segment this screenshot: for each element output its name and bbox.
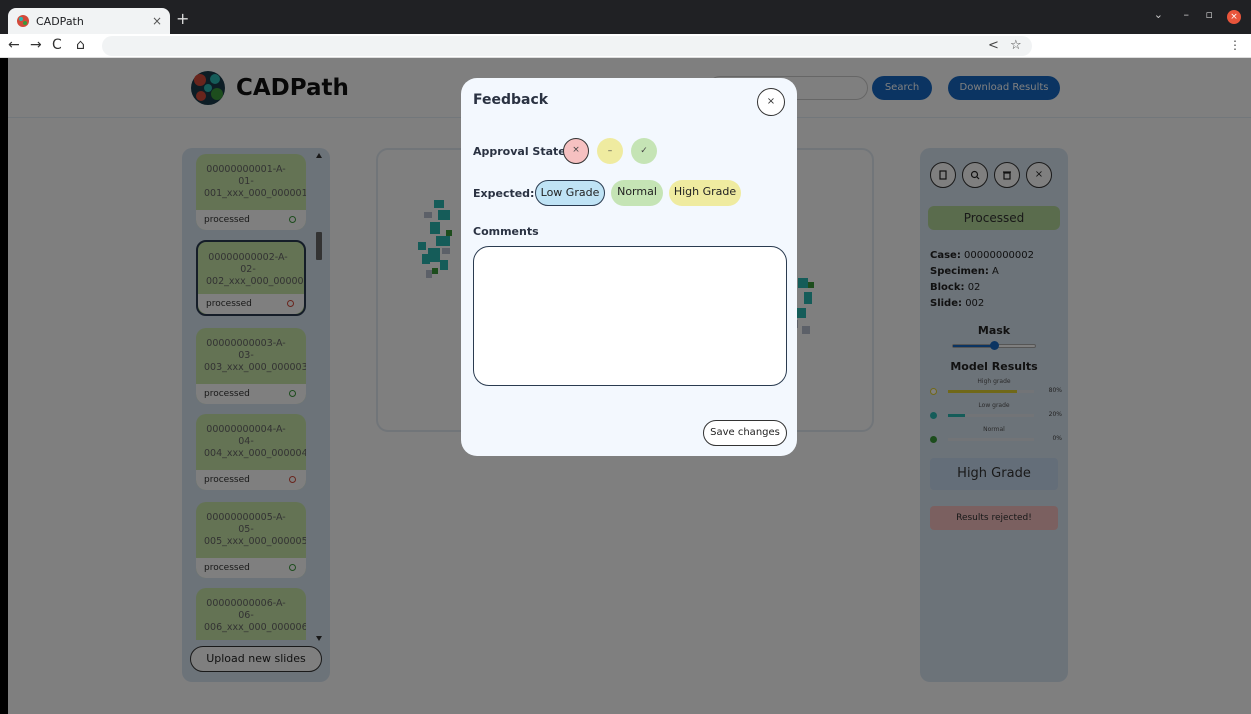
approval-state-label: Approval State: xyxy=(473,145,571,158)
window-close-icon[interactable]: × xyxy=(1227,10,1241,24)
back-icon[interactable]: ← xyxy=(8,37,20,53)
comments-textarea[interactable] xyxy=(473,246,787,386)
modal-close-button[interactable]: × xyxy=(757,88,785,116)
home-icon[interactable]: ⌂ xyxy=(76,37,85,53)
modal-title: Feedback xyxy=(473,92,549,108)
feedback-modal: Feedback × Approval State: × – ✓ Expecte… xyxy=(461,78,797,456)
save-changes-button[interactable]: Save changes xyxy=(703,420,787,446)
comments-label: Comments xyxy=(473,225,539,238)
neutral-approval-button[interactable]: – xyxy=(597,138,623,164)
browser-menu-icon[interactable]: ⋮ xyxy=(1229,38,1241,52)
bookmark-star-icon[interactable]: ☆ xyxy=(1010,38,1022,53)
low-grade-option[interactable]: Low Grade xyxy=(535,180,605,206)
accept-approval-button[interactable]: ✓ xyxy=(631,138,657,164)
cadpath-favicon-icon xyxy=(17,15,29,27)
normal-option[interactable]: Normal xyxy=(611,180,663,206)
browser-tab[interactable]: CADPath × xyxy=(8,8,170,34)
tab-search-icon[interactable]: ⌄ xyxy=(1154,8,1163,21)
share-icon[interactable]: < xyxy=(988,38,999,53)
expected-label: Expected: xyxy=(473,187,535,200)
minimize-icon[interactable]: – xyxy=(1184,8,1190,21)
app-page: CADPath Search Download Results 00000000… xyxy=(8,58,1251,714)
browser-tab-strip: CADPath × + ⌄ – ▫ × xyxy=(0,0,1251,34)
maximize-icon[interactable]: ▫ xyxy=(1206,8,1213,21)
reload-icon[interactable]: C xyxy=(52,37,62,53)
address-bar[interactable] xyxy=(102,36,1032,56)
forward-icon[interactable]: → xyxy=(30,37,42,53)
high-grade-option[interactable]: High Grade xyxy=(669,180,741,206)
browser-tab-title: CADPath xyxy=(36,14,84,28)
new-tab-icon[interactable]: + xyxy=(176,9,189,28)
tab-close-icon[interactable]: × xyxy=(152,14,162,28)
browser-toolbar: ← → C ⌂ < ☆ ⋮ xyxy=(0,34,1251,58)
reject-approval-button[interactable]: × xyxy=(563,138,589,164)
